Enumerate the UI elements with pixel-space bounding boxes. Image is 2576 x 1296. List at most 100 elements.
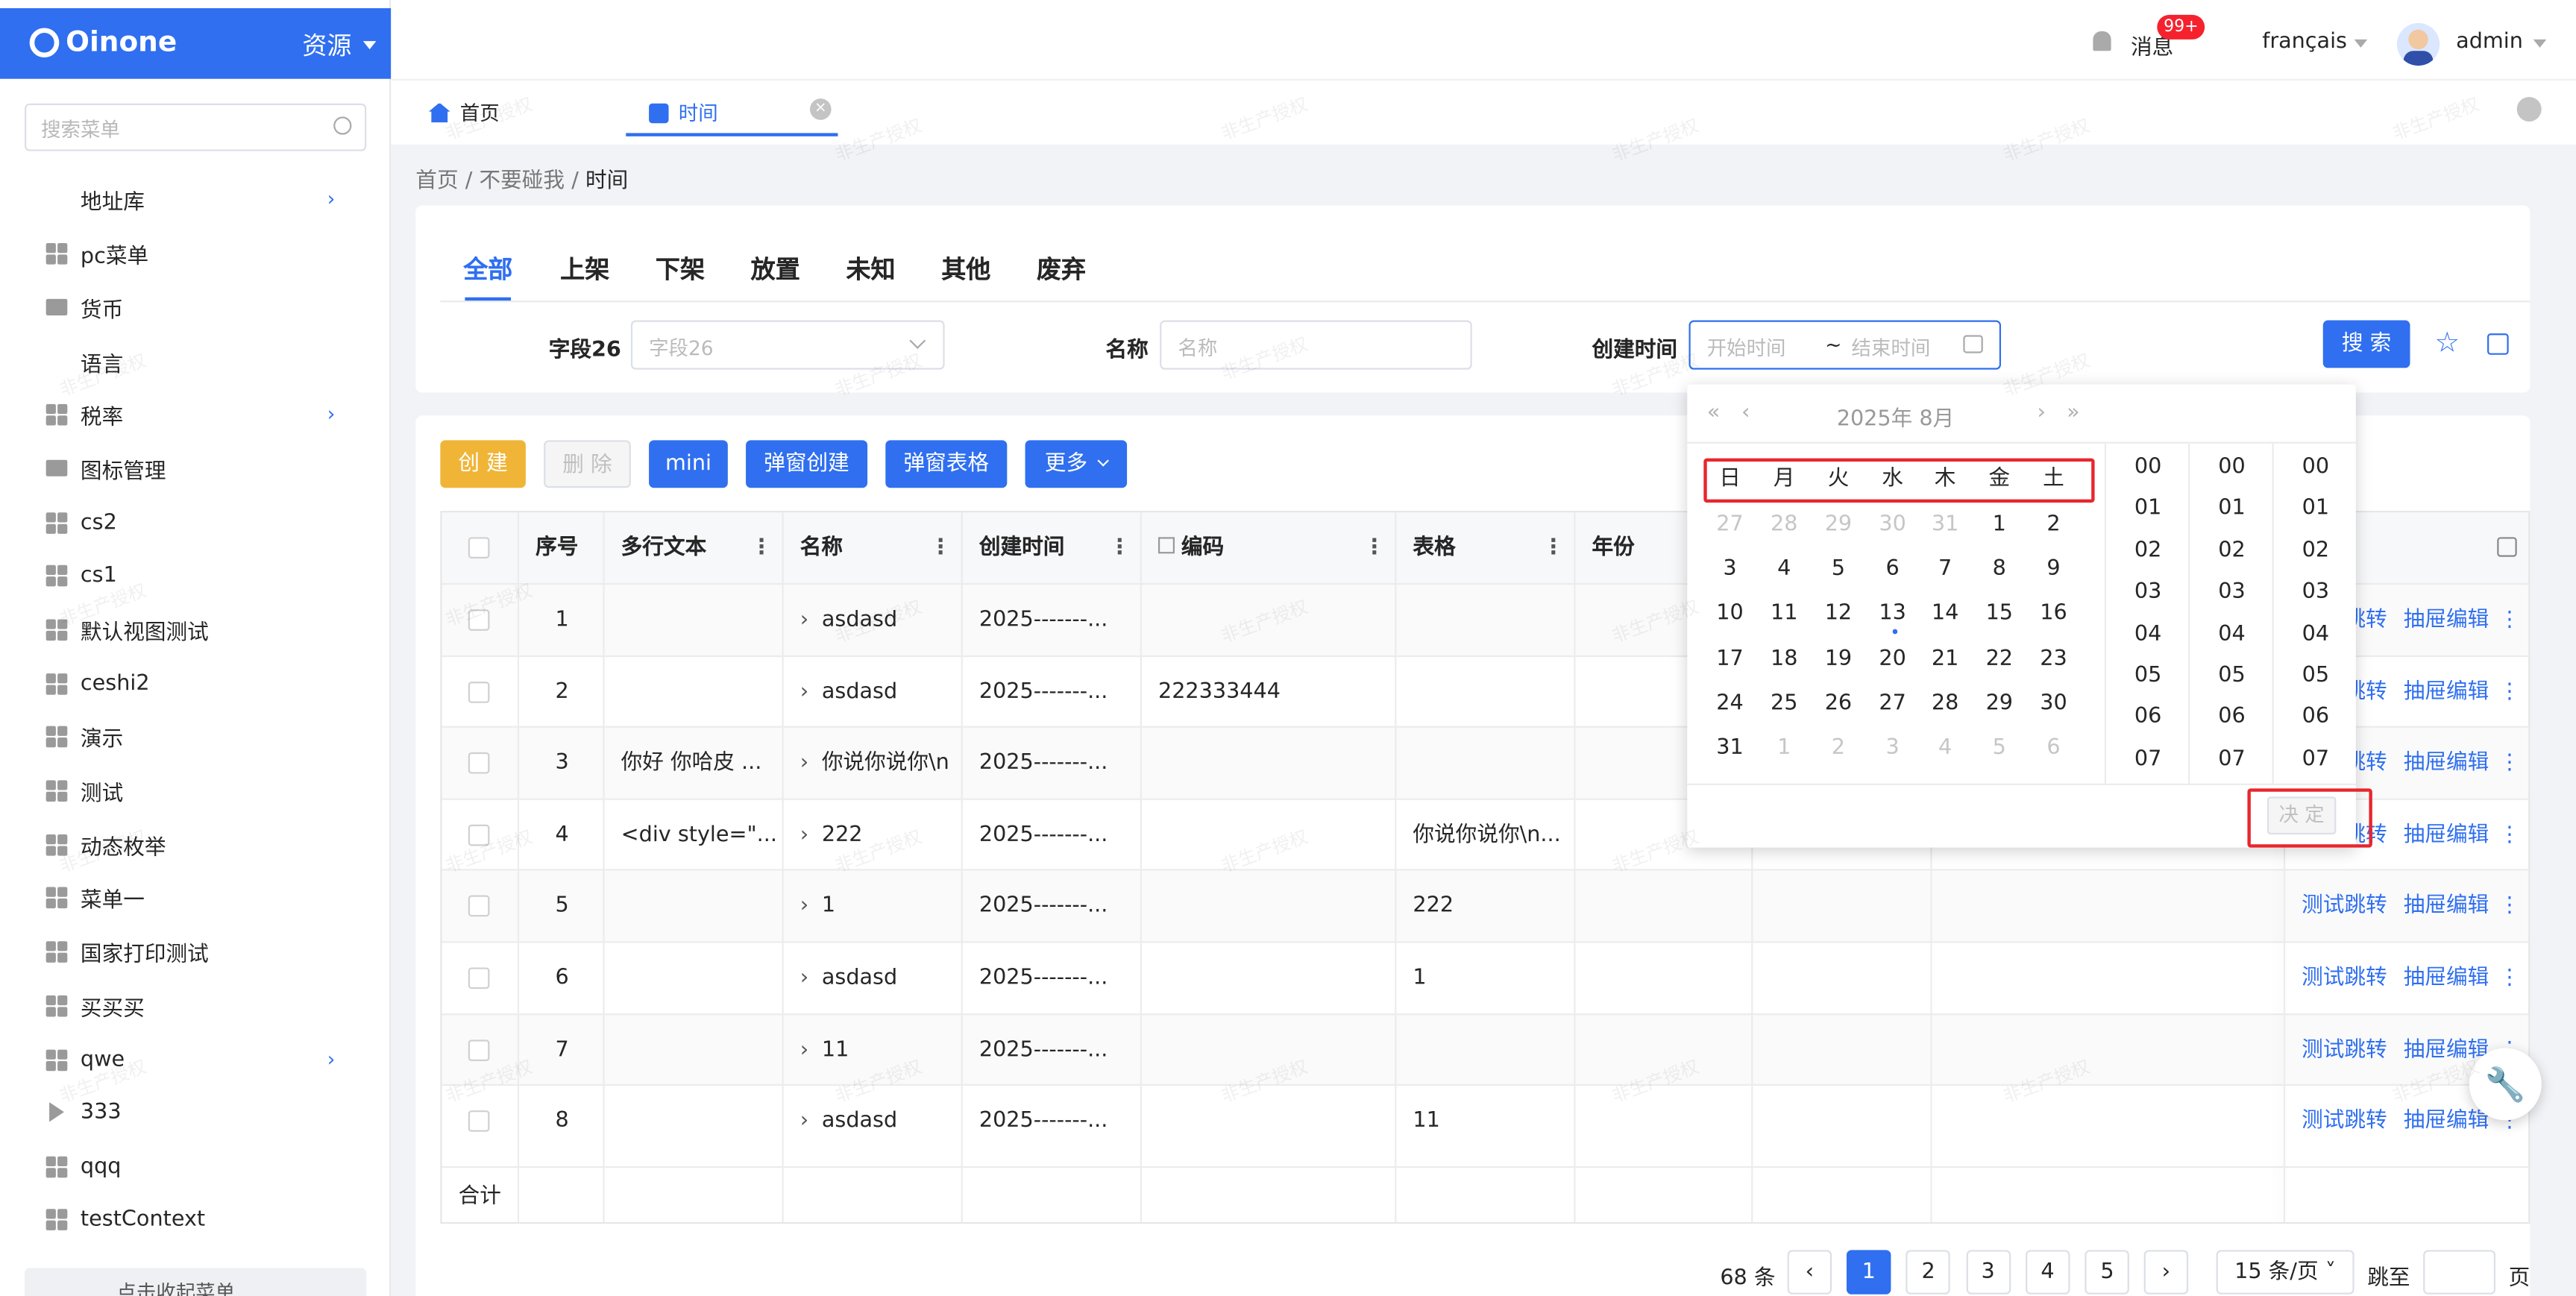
calendar-day[interactable]: 24 <box>1703 691 1756 716</box>
calendar-day[interactable]: 27 <box>1866 691 1918 716</box>
delete-button[interactable]: 删 除 <box>544 440 631 488</box>
column-menu-icon[interactable]: ⋮ <box>1363 512 1385 583</box>
filter-tab[interactable]: 其他 <box>941 251 990 286</box>
filter-tab[interactable]: 下架 <box>656 251 705 286</box>
sidebar-item[interactable]: 地址库 › <box>46 183 359 216</box>
row-more-icon[interactable]: ⋮ <box>2498 585 2522 655</box>
menu-search-input[interactable]: 搜索菜单 <box>25 103 367 151</box>
calendar-day[interactable]: 16 <box>2027 602 2079 626</box>
expand-chevron-icon[interactable]: › <box>800 751 808 776</box>
calendar-day[interactable]: 11 <box>1758 602 1810 626</box>
sidebar-item[interactable]: pc菜单 <box>45 236 359 269</box>
calendar-day[interactable]: 12 <box>1812 602 1865 626</box>
time-option[interactable]: 01 <box>2190 497 2273 521</box>
sidebar-item[interactable]: qqq <box>45 1150 359 1183</box>
expand-chevron-icon[interactable]: › <box>800 1109 808 1133</box>
column-menu-icon[interactable]: ⋮ <box>1109 512 1131 583</box>
app-logo[interactable]: Oinone <box>29 26 177 59</box>
calendar-day[interactable]: 6 <box>2027 736 2079 761</box>
module-switcher[interactable]: 资源 <box>302 28 351 62</box>
col-header[interactable]: 编码 ⋮ <box>1141 512 1397 583</box>
filter-tab[interactable]: 放置 <box>751 251 800 286</box>
row-checkbox[interactable] <box>468 752 490 774</box>
calendar-day[interactable]: 29 <box>1973 691 2026 716</box>
time-option[interactable]: 02 <box>2274 538 2357 563</box>
page-size-select[interactable]: 15 条/页 ˅ <box>2216 1250 2354 1295</box>
calendar-day[interactable]: 3 <box>1703 557 1756 582</box>
time-option[interactable]: 03 <box>2190 580 2273 605</box>
filter-tab[interactable]: 全部 <box>463 251 512 286</box>
sidebar-item[interactable]: 买买买 <box>45 989 359 1022</box>
sidebar-item[interactable]: 货币 <box>45 291 359 324</box>
time-option[interactable]: 06 <box>2106 705 2190 730</box>
time-option[interactable]: 07 <box>2190 747 2273 772</box>
page-number-button[interactable]: 5 <box>2085 1250 2130 1295</box>
calendar-day[interactable]: 19 <box>1812 647 1865 671</box>
calendar-day[interactable]: 4 <box>1919 736 1971 761</box>
row-more-icon[interactable]: ⋮ <box>2498 943 2522 1013</box>
language-selector[interactable]: français <box>2262 30 2347 54</box>
time-option[interactable]: 04 <box>2190 622 2273 647</box>
calendar-day[interactable]: 31 <box>1703 736 1756 761</box>
calendar-day[interactable]: 22 <box>1973 647 2026 671</box>
row-more-icon[interactable]: ⋮ <box>2498 871 2522 942</box>
column-settings-icon[interactable] <box>2497 537 2517 557</box>
minutes-column[interactable]: 00 01 02 03 04 05 06 07 <box>2188 443 2273 785</box>
next-year-button[interactable]: » <box>2067 400 2080 425</box>
calendar-day[interactable]: 14 <box>1919 602 1971 626</box>
row-checkbox[interactable] <box>468 681 490 702</box>
row-checkbox[interactable] <box>468 1110 490 1133</box>
popup-table-button[interactable]: 弹窗表格 <box>885 440 1008 488</box>
prev-page-button[interactable]: ‹ <box>1787 1250 1832 1295</box>
row-checkbox[interactable] <box>468 896 490 918</box>
row-more-icon[interactable]: ⋮ <box>2498 799 2522 870</box>
select-all-checkbox[interactable] <box>468 537 490 559</box>
sidebar-item[interactable]: cs2 <box>45 506 359 538</box>
drawer-edit-link[interactable]: 抽屉编辑 <box>2387 871 2489 942</box>
page-number-button[interactable]: 3 <box>1965 1250 2011 1295</box>
expand-chevron-icon[interactable]: › <box>800 966 808 990</box>
sidebar-item[interactable]: 默认视图测试 <box>45 613 359 646</box>
calendar-day[interactable]: 29 <box>1812 512 1865 537</box>
column-menu-icon[interactable]: ⋮ <box>1542 512 1564 583</box>
row-checkbox[interactable] <box>468 1039 490 1061</box>
calendar-day[interactable]: 21 <box>1919 647 1971 671</box>
hours-column[interactable]: 00 01 02 03 04 05 06 07 <box>2104 443 2190 785</box>
drawer-edit-link[interactable]: 抽屉编辑 <box>2387 585 2489 655</box>
tabs-dropdown-icon[interactable] <box>2516 96 2542 122</box>
mini-button[interactable]: mini <box>649 440 728 488</box>
time-option[interactable]: 02 <box>2190 538 2273 563</box>
drawer-edit-link[interactable]: 抽屉编辑 <box>2387 943 2489 1013</box>
chevron-down-icon[interactable] <box>2533 39 2547 48</box>
table-row[interactable]: 7›112025-------...测试跳转抽屉编辑⋮ <box>442 1013 2529 1085</box>
name-input[interactable]: 名称 <box>1160 320 1472 370</box>
calendar-day[interactable]: 27 <box>1703 512 1756 537</box>
bell-icon[interactable] <box>2093 31 2111 51</box>
test-jump-link[interactable]: 测试跳转 <box>2285 1086 2387 1157</box>
time-option[interactable]: 06 <box>2190 705 2273 730</box>
page-number-button[interactable]: 2 <box>1906 1250 1951 1295</box>
sidebar-item[interactable]: 333 <box>46 1095 359 1128</box>
calendar-day[interactable]: 5 <box>1812 557 1865 582</box>
chevron-down-icon[interactable] <box>362 41 377 50</box>
calendar-day[interactable]: 1 <box>1973 512 2026 537</box>
sidebar-item[interactable]: 演示 <box>45 720 359 752</box>
col-header[interactable]: 序号 <box>519 512 605 583</box>
row-checkbox[interactable] <box>468 824 490 846</box>
time-option[interactable]: 05 <box>2274 664 2357 688</box>
time-option[interactable]: 04 <box>2106 622 2190 647</box>
time-option[interactable]: 04 <box>2274 622 2357 647</box>
calendar-day[interactable]: 5 <box>1973 736 2026 761</box>
row-more-icon[interactable]: ⋮ <box>2498 656 2522 727</box>
time-option[interactable]: 07 <box>2106 747 2190 772</box>
expand-chevron-icon[interactable]: › <box>800 822 808 847</box>
user-avatar[interactable] <box>2396 22 2440 66</box>
expand-chevron-icon[interactable]: › <box>800 608 808 632</box>
calendar-day[interactable]: 7 <box>1919 557 1971 582</box>
filter-tab[interactable]: 上架 <box>560 251 609 286</box>
popup-create-button[interactable]: 弹窗创建 <box>746 440 868 488</box>
calendar-day[interactable]: 9 <box>2027 557 2079 582</box>
chevron-down-icon[interactable] <box>2354 39 2368 48</box>
calendar-day[interactable]: 1 <box>1758 736 1810 761</box>
calendar-day[interactable]: 28 <box>1758 512 1810 537</box>
